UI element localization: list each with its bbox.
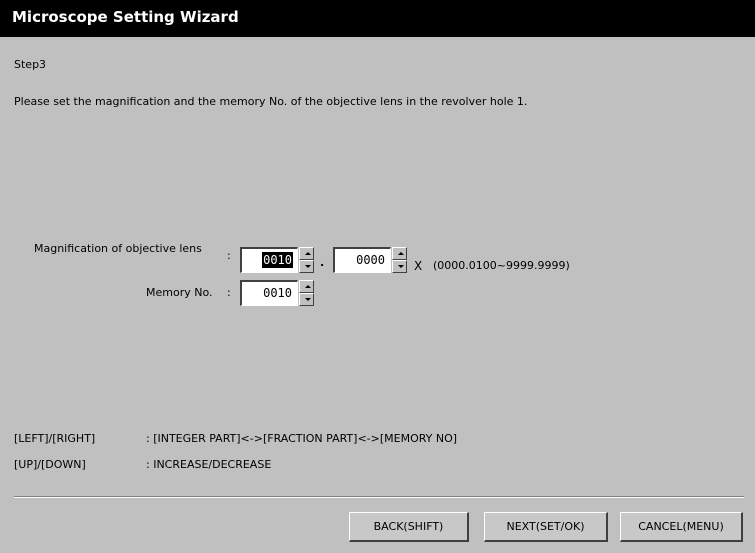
memory-number-value: 0010 xyxy=(263,286,292,300)
magnification-integer-down-button[interactable] xyxy=(299,260,314,273)
window-title: Microscope Setting Wizard xyxy=(0,0,755,37)
magnification-integer-value: 0010 xyxy=(262,252,293,268)
wizard-window: Microscope Setting Wizard Step3 Please s… xyxy=(0,0,755,553)
next-button[interactable]: NEXT(SET/OK) xyxy=(484,512,608,542)
memory-number-up-button[interactable] xyxy=(299,280,314,293)
magnification-integer-input[interactable]: 0010 xyxy=(240,247,298,273)
arrow-down-icon xyxy=(398,265,404,268)
arrow-down-icon xyxy=(305,265,311,268)
magnification-fraction-up-button[interactable] xyxy=(392,247,407,260)
memory-number-input[interactable]: 0010 xyxy=(240,280,298,306)
help-keys-up-down: [UP]/[DOWN] xyxy=(14,458,86,471)
instruction-text: Please set the magnification and the mem… xyxy=(14,95,528,108)
arrow-up-icon xyxy=(398,252,404,255)
help-desc-up-down: : INCREASE/DECREASE xyxy=(146,458,272,471)
magnification-fraction-input[interactable]: 0000 xyxy=(333,247,391,273)
magnification-fraction-spinner[interactable] xyxy=(392,247,407,273)
arrow-up-icon xyxy=(305,285,311,288)
magnification-fraction-value: 0000 xyxy=(356,253,385,267)
cancel-button[interactable]: CANCEL(MENU) xyxy=(620,512,743,542)
memory-number-spinner[interactable] xyxy=(299,280,314,306)
help-desc-left-right: : [INTEGER PART]<->[FRACTION PART]<->[ME… xyxy=(146,432,458,445)
magnification-colon: : xyxy=(227,249,231,262)
magnification-integer-up-button[interactable] xyxy=(299,247,314,260)
memory-label: Memory No. xyxy=(146,286,213,299)
magnification-integer-spinner[interactable] xyxy=(299,247,314,273)
memory-colon: : xyxy=(227,286,231,299)
help-keys-left-right: [LEFT]/[RIGHT] xyxy=(14,432,96,445)
divider xyxy=(14,496,744,498)
arrow-up-icon xyxy=(305,252,311,255)
arrow-down-icon xyxy=(305,298,311,301)
step-label: Step3 xyxy=(14,58,47,71)
magnification-range: (0000.0100~9999.9999) xyxy=(433,259,570,272)
magnification-label: Magnification of objective lens xyxy=(34,242,202,255)
decimal-point: . xyxy=(320,256,325,269)
back-button[interactable]: BACK(SHIFT) xyxy=(349,512,469,542)
magnification-fraction-down-button[interactable] xyxy=(392,260,407,273)
memory-number-down-button[interactable] xyxy=(299,293,314,306)
magnification-unit: X xyxy=(414,259,423,273)
